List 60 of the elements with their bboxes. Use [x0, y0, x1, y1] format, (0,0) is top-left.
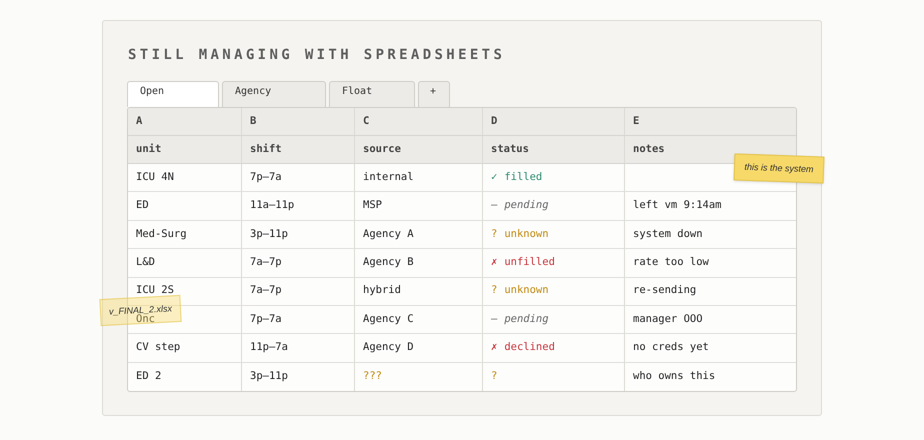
status-text: pending	[504, 312, 549, 327]
status-mark: ?	[491, 226, 498, 242]
table-cell: CV step	[128, 334, 242, 362]
table-cell: ED 2	[128, 362, 242, 392]
status-text: unfilled	[504, 254, 555, 270]
sheet-tab[interactable]: Agency	[222, 81, 326, 107]
table-cell-text: system down	[632, 226, 704, 242]
sheet-tab[interactable]: Float	[329, 81, 415, 107]
status-mark: ✗	[491, 340, 498, 356]
table-cell: 11a–11p	[242, 192, 355, 220]
table-cell: Agency C	[355, 306, 483, 334]
sheet-tab[interactable]: Open	[127, 81, 219, 107]
table-cell: 3p–11p	[242, 362, 355, 392]
column-header: shift	[242, 136, 355, 163]
page-title: STILL MANAGING WITH SPREADSHEETS	[128, 46, 506, 65]
column-letter: A	[128, 108, 242, 135]
column-letter: D	[483, 108, 625, 135]
status-mark: ✓	[491, 170, 498, 185]
table-cell: Agency D	[355, 334, 483, 362]
table-cell: 3p–11p	[242, 220, 355, 248]
status-mark: ?	[491, 283, 498, 298]
status-text: filled	[504, 170, 542, 185]
column-header: status	[483, 136, 625, 163]
table-cell: ???	[355, 362, 483, 392]
status-text: pending	[504, 198, 549, 214]
column-letter: C	[355, 108, 483, 135]
status-text: declined	[504, 340, 555, 356]
table-cell: 7p–7a	[242, 164, 355, 192]
column-header: source	[355, 136, 483, 163]
table-cell-text: who owns this	[632, 369, 716, 384]
status-text: unknown	[504, 226, 549, 242]
table-cell: ICU 2S	[128, 278, 242, 305]
status-mark: ✗	[491, 254, 498, 270]
table-cell: ICU 4N	[128, 164, 242, 192]
table-cell-text: re-sending	[632, 283, 698, 298]
table-cell: ED	[128, 192, 242, 220]
table-cell: Agency A	[355, 220, 483, 248]
table-cell: 11p–7a	[242, 334, 355, 362]
sheet-tab[interactable]: +	[418, 81, 450, 107]
table-cell: MSP	[355, 192, 483, 220]
table-cell: 7p–7a	[242, 306, 355, 334]
column-letter: B	[242, 108, 355, 135]
status-mark: —	[491, 198, 498, 214]
status-mark: ?	[491, 369, 498, 384]
status-mark: —	[491, 312, 498, 327]
table-cell-text: manager OOO	[632, 312, 704, 327]
column-letter: E	[632, 114, 640, 129]
column-header: notes	[632, 142, 666, 157]
table-cell-text: left vm 9:14am	[632, 198, 723, 214]
table-cell: 7a–7p	[242, 249, 355, 277]
table-cell: Med-Surg	[128, 220, 242, 248]
table-cell-text: rate too low	[632, 254, 710, 270]
table-cell: 7a–7p	[242, 278, 355, 305]
column-header: unit	[128, 136, 242, 163]
status-text: unknown	[504, 283, 549, 298]
table-cell-text: no creds yet	[632, 340, 710, 356]
table-cell: internal	[355, 164, 483, 192]
table-cell: hybrid	[355, 278, 483, 305]
table-cell: Agency B	[355, 249, 483, 277]
table-cell: L&D	[128, 249, 242, 277]
